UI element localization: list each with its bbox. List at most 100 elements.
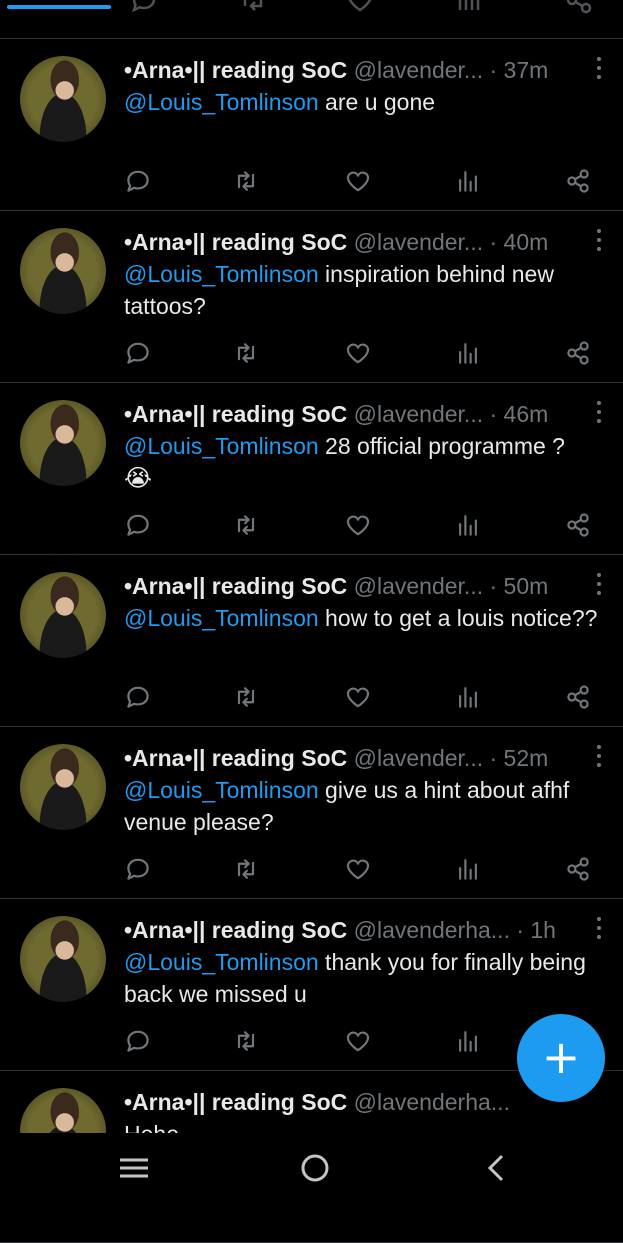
avatar[interactable] (20, 916, 106, 1002)
like-icon[interactable] (344, 1027, 376, 1059)
share-icon (563, 0, 595, 16)
tweet-text: @Louis_Tomlinson are u gone (124, 86, 614, 118)
user-handle[interactable]: @lavender... (354, 573, 483, 599)
user-handle[interactable]: @lavenderha... (354, 917, 510, 943)
tweet-timestamp[interactable]: · 1h (516, 917, 556, 943)
reply-icon[interactable] (124, 167, 156, 199)
more-options-icon[interactable] (595, 917, 603, 943)
retweet-icon[interactable] (232, 683, 264, 715)
share-icon[interactable] (564, 855, 596, 887)
like-icon[interactable] (344, 511, 376, 543)
tweet-header: •Arna•|| reading SoC @lavender... · 46m (124, 399, 593, 429)
recent-apps-icon[interactable] (116, 1153, 156, 1183)
like-icon[interactable] (344, 683, 376, 715)
display-name[interactable]: •Arna•|| reading SoC (124, 573, 347, 599)
mention-link[interactable]: @Louis_Tomlinson (124, 433, 319, 459)
tweet-timestamp[interactable]: · 37m (490, 57, 549, 83)
mention-link[interactable]: @Louis_Tomlinson (124, 605, 319, 631)
crying-emoji: 😭 (124, 465, 153, 492)
views-icon[interactable] (454, 855, 486, 887)
system-navigation-bar (0, 1133, 623, 1200)
more-options-icon[interactable] (595, 745, 603, 771)
display-name[interactable]: •Arna•|| reading SoC (124, 57, 347, 83)
tweet-timestamp[interactable]: · 46m (490, 401, 549, 427)
tweet-actions (124, 167, 594, 199)
tweet-timestamp[interactable]: · 50m (490, 573, 549, 599)
back-chevron-icon[interactable] (480, 1153, 520, 1183)
views-icon[interactable] (454, 683, 486, 715)
display-name[interactable]: •Arna•|| reading SoC (124, 229, 347, 255)
avatar[interactable] (20, 400, 106, 486)
views-icon (453, 0, 485, 16)
display-name[interactable]: •Arna•|| reading SoC (124, 401, 347, 427)
user-handle[interactable]: @lavender... (354, 57, 483, 83)
tweet-actions (124, 683, 594, 715)
tweet-actions (124, 511, 594, 543)
reply-icon[interactable] (124, 1027, 156, 1059)
tweet-item[interactable]: •Arna•|| reading SoC @lavender... · 52m @… (0, 727, 623, 899)
reply-icon[interactable] (124, 855, 156, 887)
retweet-icon (237, 0, 269, 16)
display-name[interactable]: •Arna•|| reading SoC (124, 917, 347, 943)
retweet-icon[interactable] (232, 1027, 264, 1059)
display-name[interactable]: •Arna•|| reading SoC (124, 1089, 347, 1115)
top-strip (0, 0, 623, 39)
tweet-text: @Louis_Tomlinson how to get a louis noti… (124, 602, 614, 634)
tweet-item[interactable]: •Arna•|| reading SoC @lavender... · 37m @… (0, 39, 623, 211)
retweet-icon[interactable] (232, 339, 264, 371)
avatar[interactable] (20, 56, 106, 142)
mention-link[interactable]: @Louis_Tomlinson (124, 949, 319, 975)
tweet-text: @Louis_Tomlinson thank you for finally b… (124, 946, 614, 1010)
share-icon[interactable] (564, 167, 596, 199)
tweet-item[interactable]: •Arna•|| reading SoC @lavender... · 40m @… (0, 211, 623, 383)
tweet-timestamp[interactable]: · 40m (490, 229, 549, 255)
avatar[interactable] (20, 572, 106, 658)
tweet-text: @Louis_Tomlinson inspiration behind new … (124, 258, 614, 322)
more-options-icon[interactable] (595, 401, 603, 427)
mention-link[interactable]: @Louis_Tomlinson (124, 777, 319, 803)
tweet-body-text: 28 official programme ? (318, 433, 565, 459)
views-icon[interactable] (454, 339, 486, 371)
tab-indicator (7, 5, 111, 9)
tweet-header: •Arna•|| reading SoC @lavender... · 50m (124, 571, 593, 601)
retweet-icon[interactable] (232, 511, 264, 543)
more-options-icon[interactable] (595, 57, 603, 83)
tweet-actions (124, 855, 594, 887)
user-handle[interactable]: @lavender... (354, 745, 483, 771)
compose-button[interactable]: + (517, 1014, 605, 1102)
tweet-header: •Arna•|| reading SoC @lavender... · 37m (124, 55, 593, 85)
tweet-item[interactable]: •Arna•|| reading SoC @lavender... · 46m @… (0, 383, 623, 555)
home-circle-icon[interactable] (297, 1153, 337, 1183)
reply-icon[interactable] (124, 511, 156, 543)
display-name[interactable]: •Arna•|| reading SoC (124, 745, 347, 771)
more-options-icon[interactable] (595, 229, 603, 255)
share-icon[interactable] (564, 339, 596, 371)
retweet-icon[interactable] (232, 167, 264, 199)
reply-icon[interactable] (124, 339, 156, 371)
tweet-item[interactable]: •Arna•|| reading SoC @lavender... · 50m @… (0, 555, 623, 727)
mention-link[interactable]: @Louis_Tomlinson (124, 261, 319, 287)
like-icon[interactable] (344, 167, 376, 199)
user-handle[interactable]: @lavender... (354, 229, 483, 255)
tweet-header: •Arna•|| reading SoC @lavender... · 40m (124, 227, 593, 257)
more-options-icon[interactable] (595, 573, 603, 599)
retweet-icon[interactable] (232, 855, 264, 887)
tweet-text: @Louis_Tomlinson give us a hint about af… (124, 774, 614, 838)
user-handle[interactable]: @lavender... (354, 401, 483, 427)
avatar[interactable] (20, 228, 106, 314)
tweet-timestamp[interactable]: · 52m (490, 745, 549, 771)
avatar[interactable] (20, 744, 106, 830)
reply-icon[interactable] (124, 683, 156, 715)
mention-link[interactable]: @Louis_Tomlinson (124, 89, 319, 115)
reply-icon (128, 0, 160, 16)
user-handle[interactable]: @lavenderha... (354, 1089, 510, 1115)
like-icon[interactable] (344, 855, 376, 887)
views-icon[interactable] (454, 167, 486, 199)
like-icon[interactable] (344, 339, 376, 371)
views-icon[interactable] (454, 511, 486, 543)
share-icon[interactable] (564, 683, 596, 715)
views-icon[interactable] (454, 1027, 486, 1059)
tweet-header: •Arna•|| reading SoC @lavender... · 52m (124, 743, 593, 773)
share-icon[interactable] (564, 511, 596, 543)
like-icon (344, 0, 376, 16)
